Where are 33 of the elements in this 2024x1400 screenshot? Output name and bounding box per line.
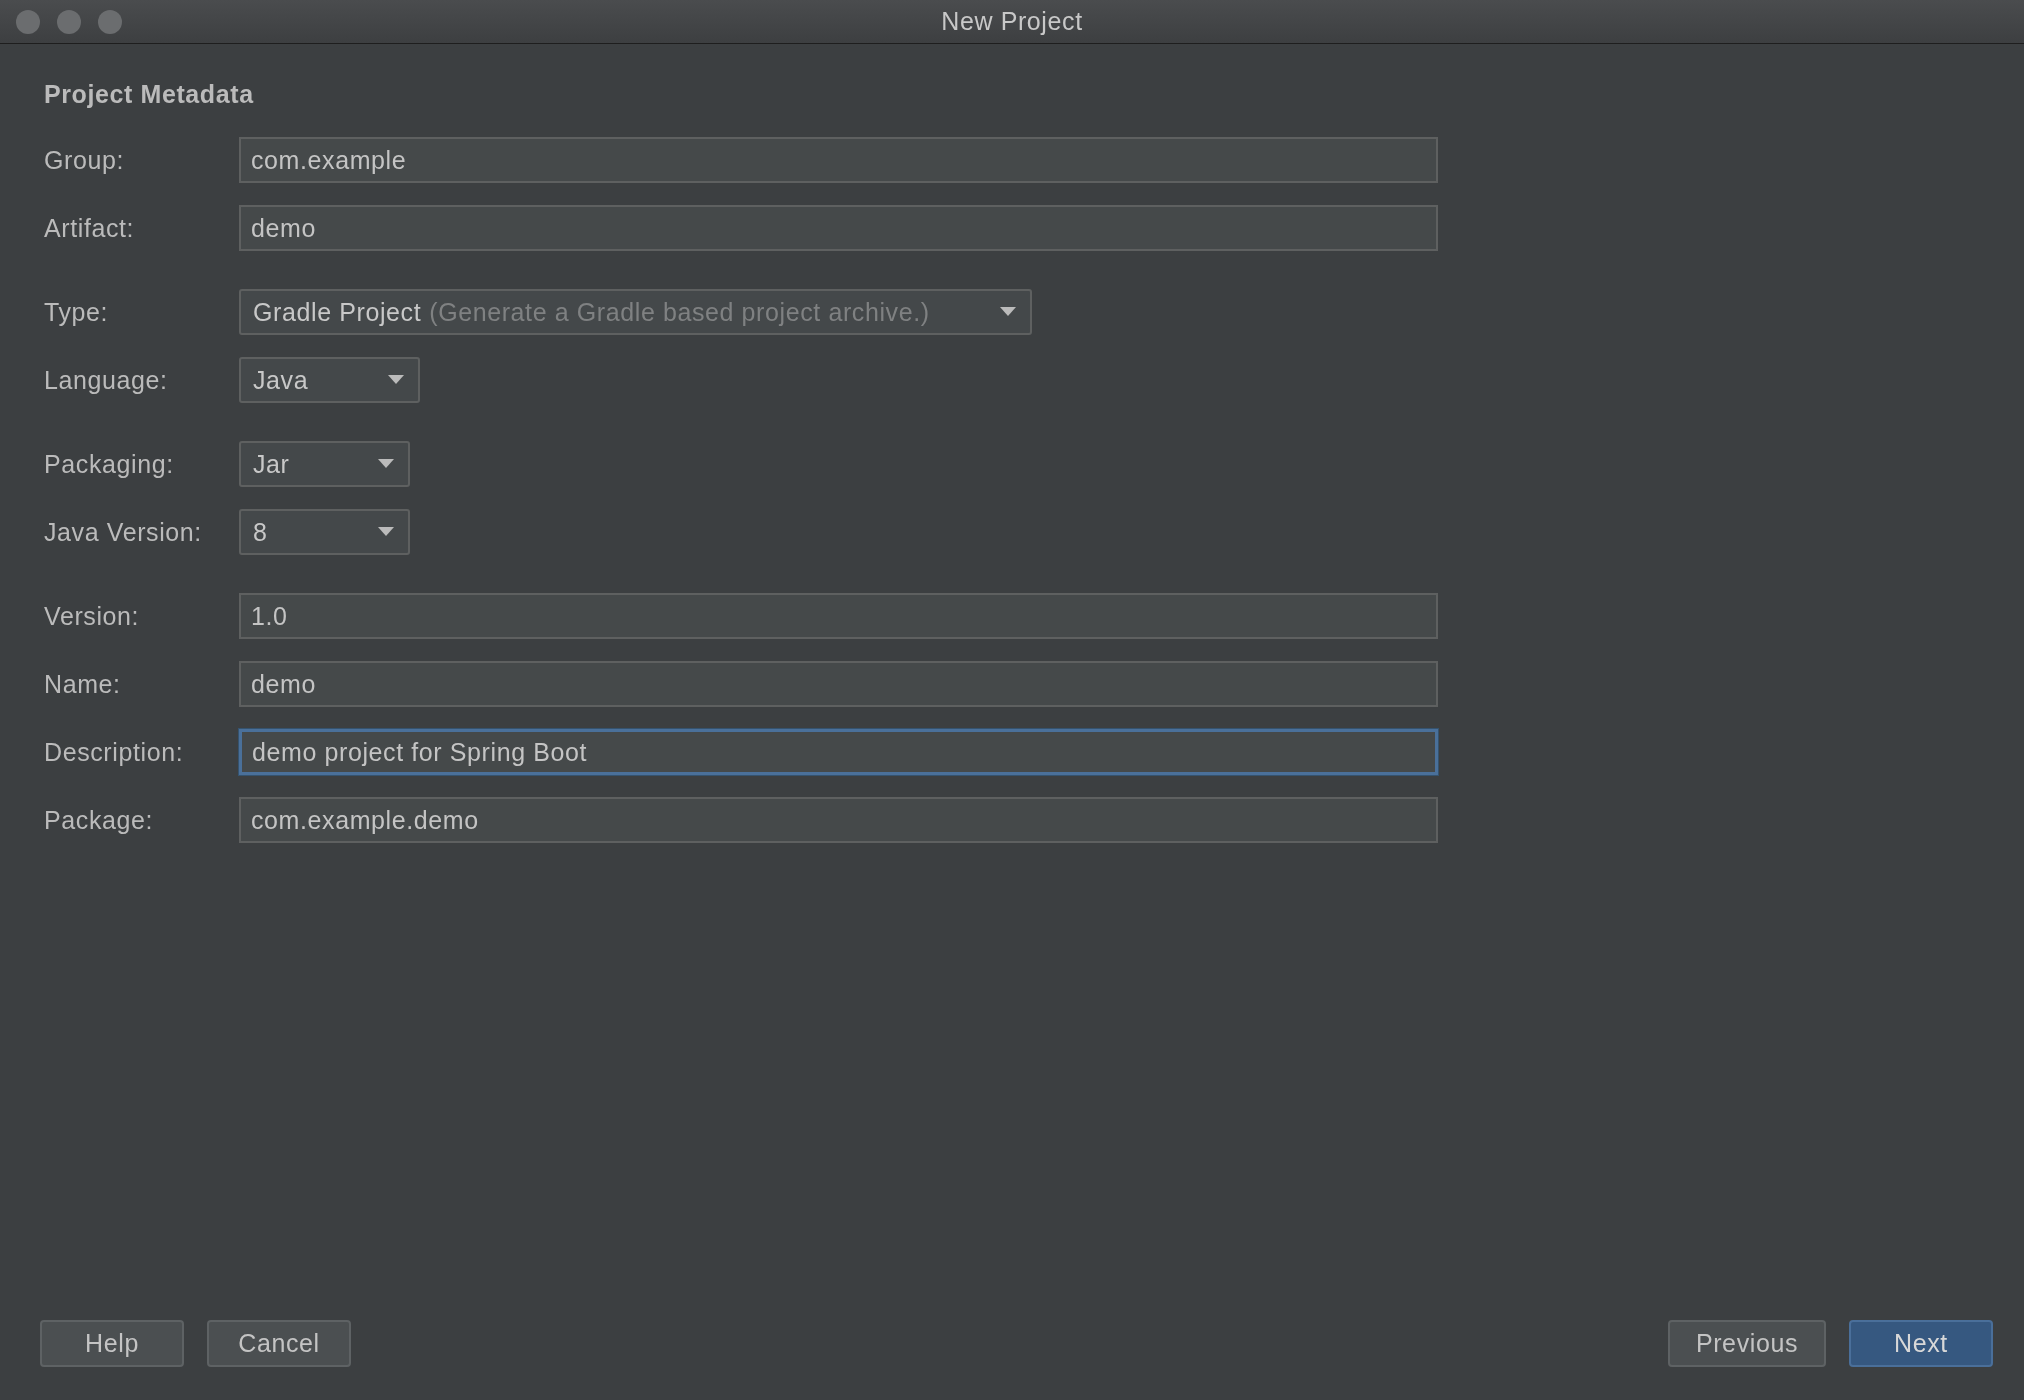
caret-icon [378, 459, 394, 469]
dialog-button[interactable]: Previous [1667, 1320, 1826, 1367]
field-label: Artifact: [44, 213, 136, 243]
dropdown[interactable]: Java [239, 357, 421, 403]
caret-icon [378, 527, 394, 537]
field-label: Language: [44, 365, 169, 395]
field-label: Type: [44, 297, 110, 327]
minimize-button[interactable] [57, 9, 81, 34]
text-field[interactable]: com.example [239, 137, 1438, 183]
field-label: Description: [44, 737, 185, 767]
default-button[interactable]: Next [1849, 1320, 1993, 1367]
text-field[interactable]: com.example.demo [239, 797, 1438, 843]
window-title: New Project [941, 7, 1083, 36]
caret-icon [999, 307, 1016, 317]
field-label: Java Version: [44, 517, 203, 547]
dropdown[interactable]: 8 [239, 509, 410, 555]
field-label: Version: [44, 601, 141, 631]
text-field[interactable]: demo [239, 205, 1438, 251]
text-field[interactable]: demo project for Spring Boot [239, 729, 1438, 775]
field-label: Package: [44, 805, 155, 835]
dropdown[interactable]: Jar [239, 441, 410, 487]
section-heading: Project Metadata [44, 80, 255, 109]
text-field[interactable]: 1.0 [239, 593, 1438, 639]
text-field[interactable]: demo [239, 661, 1438, 707]
field-label: Name: [44, 669, 122, 699]
dialog-button[interactable]: Cancel [207, 1320, 351, 1367]
field-label: Packaging: [44, 449, 175, 479]
close-button[interactable] [16, 9, 40, 34]
dropdown[interactable]: Gradle Project (Generate a Gradle based project archive.) [239, 289, 1032, 335]
caret-icon [388, 375, 405, 385]
dialog-button[interactable]: Help [40, 1320, 184, 1367]
zoom-button[interactable] [98, 9, 122, 34]
field-label: Group: [44, 145, 126, 175]
